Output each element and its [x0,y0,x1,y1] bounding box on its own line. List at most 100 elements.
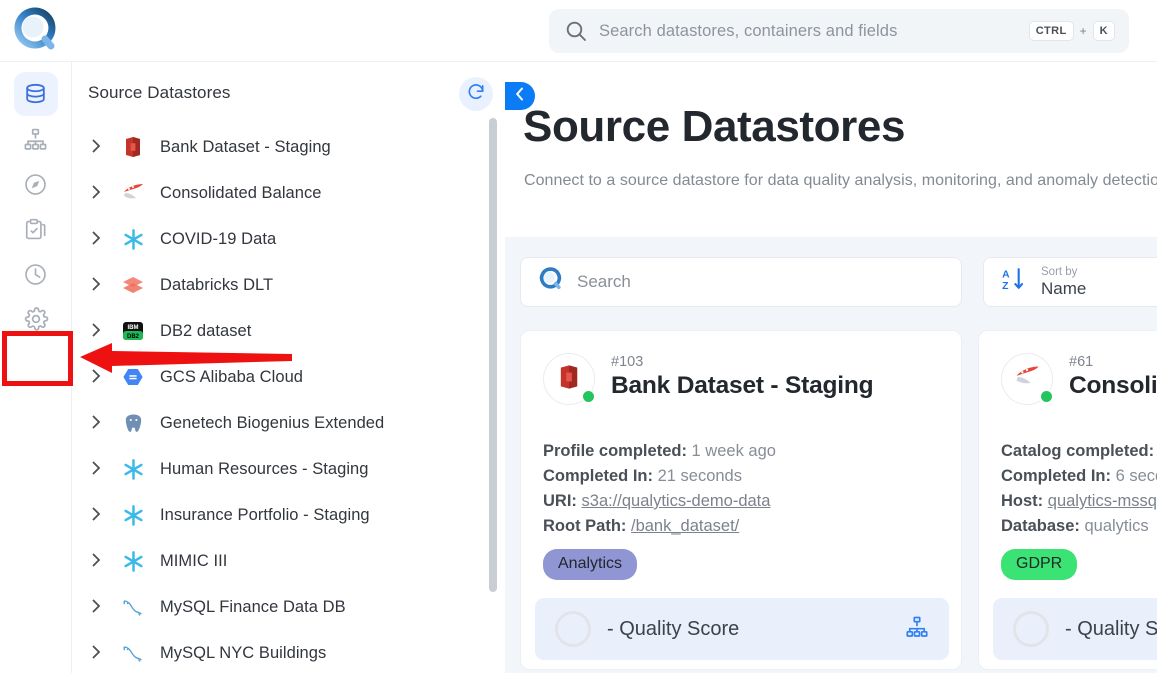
quality-score-ring [1013,611,1049,647]
chevron-right-icon[interactable] [92,645,118,662]
quality-score-label: Quality Score [619,617,740,640]
quality-score-text: - Quality Score [1065,618,1157,641]
card-header: #61 Consolidated Balance [1001,353,1157,405]
snowflake-icon [118,548,148,574]
tree-item-mimic-iii[interactable]: MIMIC III [72,538,505,584]
mysql-icon [118,640,148,666]
chevron-right-icon[interactable] [92,461,118,478]
search-shortcut: CTRL + K [1028,20,1115,42]
meta-value-link[interactable]: s3a://qualytics-demo-data [582,492,771,510]
card-meta: Profile completed: 1 week ago Completed … [543,439,776,539]
chevron-right-icon[interactable] [92,369,118,386]
tree-item-label: MySQL NYC Buildings [160,643,327,662]
datastore-search-input[interactable]: Search [520,257,962,307]
card-header: #103 Bank Dataset - Staging [543,353,874,405]
gear-icon [23,306,49,332]
tree-item-genetech-biogenius-extended[interactable]: Genetech Biogenius Extended [72,400,505,446]
clipboard-check-icon [23,217,48,242]
chevron-right-icon[interactable] [92,277,118,294]
qualytics-magnifier-logo[interactable] [9,5,61,57]
sort-az-icon: A Z [1000,266,1027,298]
meta-row: Completed In: 21 seconds [543,464,776,489]
svg-text:DB2: DB2 [127,334,140,340]
rail-item-explore[interactable] [14,162,58,206]
chevron-right-icon[interactable] [92,599,118,616]
tree-item-gcs-alibaba-cloud[interactable]: GCS Alibaba Cloud [72,354,505,400]
chevron-right-icon[interactable] [92,323,118,340]
chevron-right-icon[interactable] [92,507,118,524]
mysql-icon [118,594,148,620]
card-title: Consolidated Balance [1069,372,1157,399]
top-bar: Search datastores, containers and fields… [0,0,1157,62]
tree-item-label: Consolidated Balance [160,183,322,202]
mssql-icon [118,180,148,206]
rail-item-tasks[interactable] [14,207,58,251]
snowflake-icon [118,502,148,528]
meta-row: Root Path: /bank_dataset/ [543,514,776,539]
datastore-tree-list: Bank Dataset - Staging Consolidated Bala… [72,124,505,673]
refresh-icon [466,82,486,107]
tag-badge[interactable]: GDPR [1001,549,1078,580]
tree-item-insurance-portfolio-staging[interactable]: Insurance Portfolio - Staging [72,492,505,538]
meta-value: 1 week ago [691,442,776,460]
chevron-right-icon[interactable] [92,185,118,202]
tree-scrollbar-thumb[interactable] [489,118,497,592]
tree-item-human-resources-staging[interactable]: Human Resources - Staging [72,446,505,492]
search-placeholder[interactable]: Search [577,272,631,292]
rail-item-datastores[interactable] [13,72,58,116]
meta-row: Catalog completed: [1001,439,1157,464]
svg-text:A: A [1002,269,1010,280]
app-root: Search datastores, containers and fields… [0,0,1157,673]
quality-score-bar[interactable]: - Quality Score [535,598,949,660]
rail-item-settings[interactable] [14,297,58,341]
main-panel: Source Datastores Connect to a source da… [505,62,1157,673]
search-icon [565,20,587,42]
sort-by-dropdown[interactable]: A Z Sort by Name [983,257,1157,307]
icon-rail [0,62,72,673]
meta-label: URI: [543,492,577,510]
tree-item-label: DB2 dataset [160,321,252,340]
meta-label: Host: [1001,492,1044,510]
svg-text:Z: Z [1002,281,1009,292]
tree-item-mysql-nyc-buildings[interactable]: MySQL NYC Buildings [72,630,505,673]
svg-text:IBM: IBM [128,325,139,331]
chevron-right-icon[interactable] [92,231,118,248]
card-id: #103 [611,354,644,370]
tree-item-covid-19-data[interactable]: COVID-19 Data [72,216,505,262]
hierarchy-icon[interactable] [905,615,929,644]
page-title: Source Datastores [523,102,906,151]
qualytics-magnifier-logo [537,266,564,298]
tree-item-databricks-dlt[interactable]: Databricks DLT [72,262,505,308]
chevron-right-icon[interactable] [92,553,118,570]
tree-item-mysql-finance-data-db[interactable]: MySQL Finance Data DB [72,584,505,630]
google-cloud-storage-icon [118,364,148,390]
chevron-right-icon[interactable] [92,139,118,156]
shortcut-key-k: K [1092,20,1115,42]
compass-icon [23,172,48,197]
meta-row: Profile completed: 1 week ago [543,439,776,464]
tree-item-db2-dataset[interactable]: IBM DB2 DB2 dataset [72,308,505,354]
rail-item-lineage[interactable] [14,117,58,161]
avatar [543,353,596,405]
rail-item-history[interactable] [14,252,58,296]
meta-value-link[interactable]: /bank_dataset/ [631,517,739,535]
tree-item-label: Insurance Portfolio - Staging [160,505,370,524]
tree-panel-title: Source Datastores [88,83,231,102]
datastore-card-list: #103 Bank Dataset - Staging Profile comp… [520,330,1157,670]
datastore-card[interactable]: #61 Consolidated Balance Catalog complet… [978,330,1157,670]
card-title: Bank Dataset - Staging [611,372,874,399]
quality-score-bar[interactable]: - Quality Score [993,598,1157,660]
tree-item-consolidated-balance[interactable]: Consolidated Balance [72,170,505,216]
meta-value-link[interactable]: qualytics-mssql [1048,492,1157,510]
meta-label: Completed In: [1001,467,1111,485]
mssql-icon [1013,364,1041,395]
tag-badge[interactable]: Analytics [543,549,638,580]
chevron-right-icon[interactable] [92,415,118,432]
refresh-button[interactable] [459,77,493,111]
global-search-bar[interactable]: Search datastores, containers and fields… [549,9,1129,53]
sort-by-value: Name [1041,278,1087,298]
search-input[interactable]: Search datastores, containers and fields [599,22,1017,41]
datastore-card[interactable]: #103 Bank Dataset - Staging Profile comp… [520,330,962,670]
tree-item-bank-dataset-staging[interactable]: Bank Dataset - Staging [72,124,505,170]
meta-value: 21 seconds [657,467,742,485]
